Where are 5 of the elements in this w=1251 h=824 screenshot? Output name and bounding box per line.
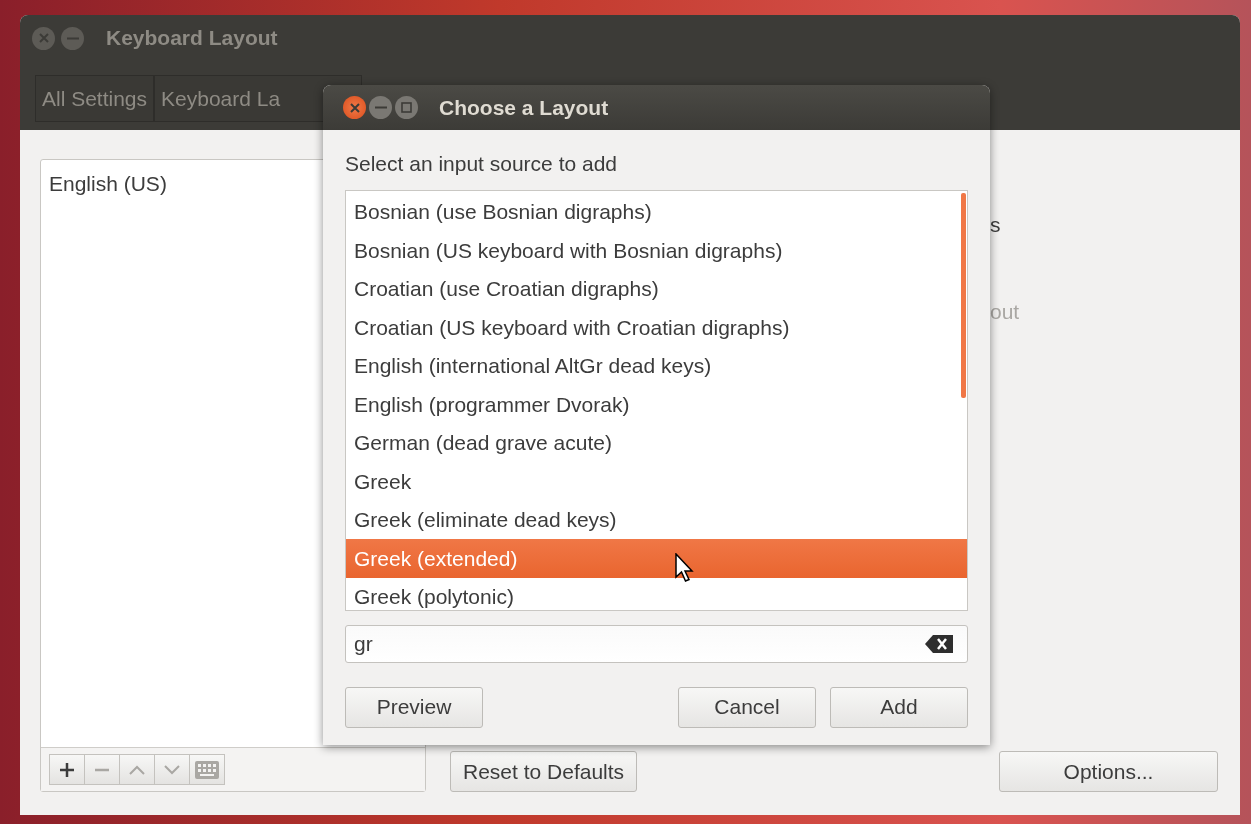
option-label: out (990, 299, 1020, 323)
dialog-title: Choose a Layout (439, 94, 609, 121)
section-heading: s (990, 213, 1001, 236)
window-title: Keyboard Layout (106, 25, 278, 52)
prompt-label: Select an input source to add (345, 151, 618, 177)
